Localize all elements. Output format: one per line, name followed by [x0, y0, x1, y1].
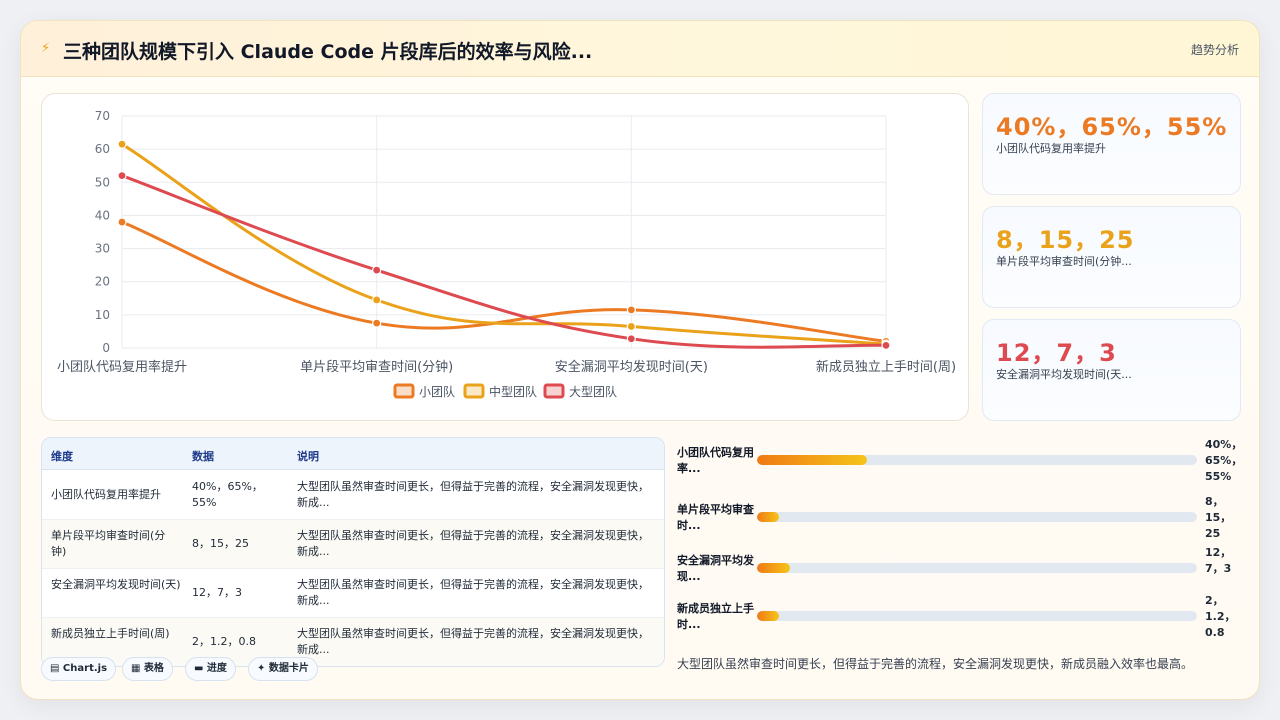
- kpi-label: 安全漏洞平均发现时间(天...: [996, 368, 1132, 381]
- progress-row: 安全漏洞平均发现... 12，7，3: [677, 546, 1241, 599]
- data-point-1-2: [626, 321, 636, 332]
- kpi-value: 40%，65%，55%: [996, 113, 1228, 141]
- column-header-data: 数据: [192, 450, 214, 463]
- kpi-card-reuse: 40%，65%，55% 小团队代码复用率提升: [982, 93, 1241, 195]
- y-tick-label: 70: [95, 109, 110, 123]
- kpi-label: 单片段平均审查时间(分钟...: [996, 255, 1132, 268]
- progress-value: 12，7，3: [1205, 546, 1232, 575]
- progress-value: 8，15，25: [1205, 495, 1232, 540]
- cell-description: 大型团队虽然审查时间更长，但得益于完善的流程，安全漏洞发现更快，新成...: [297, 627, 649, 656]
- progress-label: 小团队代码复用率...: [677, 446, 754, 475]
- cell-data: 12，7，3: [192, 586, 242, 599]
- y-tick-label: 0: [102, 341, 110, 355]
- page-subtitle: 趋势分析: [1190, 43, 1239, 57]
- progress-value: 40%，65%，55%: [1205, 438, 1243, 483]
- data-point-2-0: [117, 171, 127, 181]
- table-row: 小团队代码复用率提升 40%，65%，55% 大型团队虽然审查时间更长，但得益于…: [42, 471, 664, 520]
- kpi-label: 小团队代码复用率提升: [996, 142, 1106, 155]
- column-header-dimension: 维度: [51, 450, 73, 463]
- cell-data: 40%，65%，55%: [192, 480, 263, 509]
- cell-dimension: 新成员独立上手时间(周): [51, 627, 170, 640]
- progress-label: 安全漏洞平均发现...: [677, 554, 754, 583]
- kpi-value: 8，15，25: [996, 226, 1135, 254]
- progress-track: [757, 563, 1197, 573]
- progress-row: 新成员独立上手时... 2，1.2，0.8: [677, 594, 1241, 647]
- data-point-1-1: [372, 295, 382, 305]
- progress-fill: [757, 611, 779, 621]
- data-point-2-2: [626, 334, 636, 344]
- legend-label: 小团队: [419, 384, 455, 399]
- y-tick-label: 50: [95, 175, 110, 189]
- progress-track: [757, 611, 1197, 621]
- x-tick-label: 安全漏洞平均发现时间(天): [555, 359, 708, 375]
- data-point-0-2: [626, 305, 636, 315]
- y-tick-label: 20: [95, 275, 110, 289]
- line-chart-card: 0 10 20 30 40 50 60 70 小团队代码复用率提升 单片段平均审查时间(分钟) 安全…: [41, 93, 969, 421]
- kpi-value: 12，7，3: [996, 339, 1117, 367]
- summary-text: 大型团队虽然审查时间更长，但得益于完善的流程，安全漏洞发现更快，新成员融入效率也…: [677, 657, 1194, 671]
- x-tick-label: 单片段平均审查时间(分钟): [300, 359, 453, 375]
- y-tick-label: 40: [95, 208, 110, 222]
- cell-description: 大型团队虽然审查时间更长，但得益于完善的流程，安全漏洞发现更快，新成...: [297, 480, 649, 509]
- cell-description: 大型团队虽然审查时间更长，但得益于完善的流程，安全漏洞发现更快，新成...: [297, 529, 649, 558]
- legend-swatch: [393, 383, 415, 399]
- legend-label: 大型团队: [569, 384, 617, 399]
- progress-track: [757, 455, 1197, 465]
- legend-swatch: [463, 383, 485, 399]
- data-point-0-0: [117, 217, 127, 227]
- series-line-1: [121, 142, 887, 346]
- header: ⚡ 三种团队规模下引入 Claude Code 片段库后的效率与风险... 趋势…: [21, 21, 1259, 77]
- column-header-description: 说明: [297, 450, 319, 463]
- progress-label: 单片段平均审查时...: [677, 503, 754, 532]
- progress-label: 新成员独立上手时...: [677, 602, 754, 631]
- line-chart: 0 10 20 30 40 50 60 70 小团队代码复用率提升 单片段平均审查时间(分钟) 安全…: [57, 109, 956, 399]
- progress-row: 小团队代码复用率... 40%，65%，55%: [677, 438, 1242, 491]
- cell-dimension: 单片段平均审查时间(分钟): [51, 529, 166, 558]
- progress-fill: [757, 512, 779, 522]
- page-title: 三种团队规模下引入 Claude Code 片段库后的效率与风险...: [63, 41, 593, 63]
- kpi-card-review-time: 8，15，25 单片段平均审查时间(分钟...: [982, 206, 1241, 308]
- progress-fill: [757, 455, 867, 465]
- data-point-2-1: [372, 265, 382, 275]
- legend-label: 中型团队: [489, 384, 537, 399]
- progress-value: 2，1.2，0.8: [1205, 594, 1236, 639]
- table-header: 维度 数据 说明: [42, 438, 664, 470]
- table-row: 单片段平均审查时间(分钟) 8，15，25 大型团队虽然审查时间更长，但得益于完…: [42, 520, 664, 569]
- progress-row: 单片段平均审查时... 8，15，25: [677, 495, 1241, 548]
- y-tick-label: 30: [95, 242, 110, 256]
- chip-table[interactable]: ▦ 表格: [122, 657, 173, 681]
- cell-dimension: 小团队代码复用率提升: [51, 488, 161, 501]
- y-tick-label: 10: [95, 308, 110, 322]
- cell-data: 2，1.2，0.8: [192, 635, 256, 648]
- data-point-0-1: [372, 318, 382, 328]
- progress-track: [757, 512, 1197, 522]
- x-tick-label: 新成员独立上手时间(周): [816, 359, 956, 375]
- cell-description: 大型团队虽然审查时间更长，但得益于完善的流程，安全漏洞发现更快，新成...: [297, 578, 649, 607]
- progress-fill: [757, 563, 790, 573]
- chip-progress[interactable]: ▬ 进度: [185, 657, 236, 681]
- cell-data: 8，15，25: [192, 537, 249, 550]
- data-table: 维度 数据 说明 小团队代码复用率提升 40%，65%，55% 大型团队虽然审查…: [41, 437, 665, 667]
- chip-data-cards[interactable]: ✦ 数据卡片: [248, 657, 318, 681]
- cell-dimension: 安全漏洞平均发现时间(天): [51, 578, 181, 591]
- table-row: 安全漏洞平均发现时间(天) 12，7，3 大型团队虽然审查时间更长，但得益于完善…: [42, 569, 664, 618]
- legend-swatch: [543, 383, 565, 399]
- dashboard-frame: ⚡ 三种团队规模下引入 Claude Code 片段库后的效率与风险... 趋势…: [20, 20, 1260, 700]
- lightning-icon: ⚡: [41, 41, 51, 56]
- data-point-1-0: [117, 139, 127, 149]
- data-point-2-3: [881, 340, 891, 350]
- kpi-card-vuln-time: 12，7，3 安全漏洞平均发现时间(天...: [982, 319, 1241, 421]
- x-tick-label: 小团队代码复用率提升: [57, 359, 187, 375]
- chip-chartjs[interactable]: ▤ Chart.js: [41, 657, 117, 681]
- y-tick-label: 60: [95, 142, 110, 156]
